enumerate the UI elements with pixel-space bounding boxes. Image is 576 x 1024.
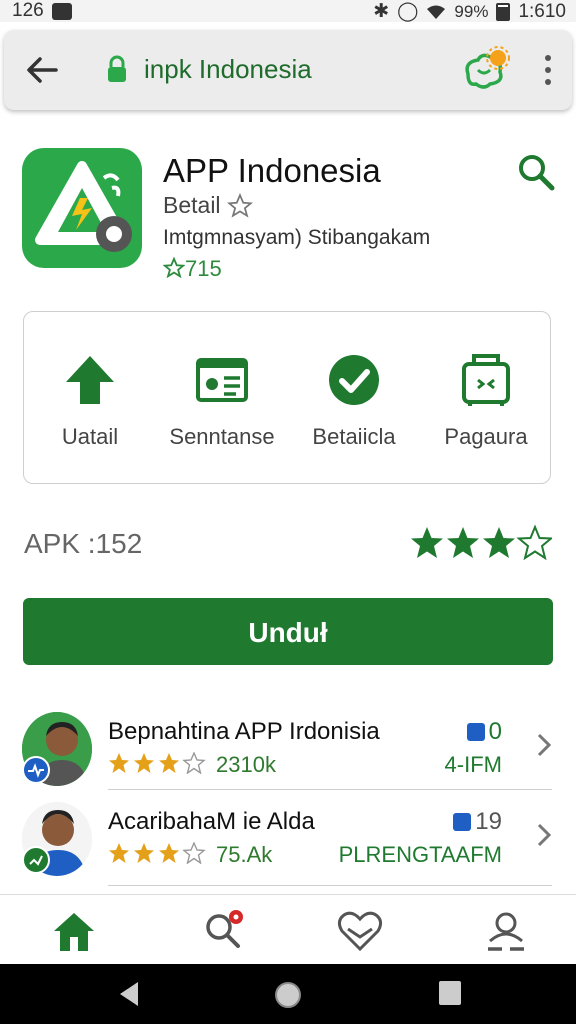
- star-filled-icon: [159, 843, 179, 863]
- star-filled-icon: [411, 527, 443, 558]
- list-item-name: Bepnahtina APP Irdonisia: [108, 718, 380, 745]
- star-filled-icon: [447, 527, 479, 558]
- category-label: Uatail: [61, 424, 119, 449]
- back-arrow-icon[interactable]: [24, 52, 60, 88]
- star-filled-icon: [134, 843, 154, 863]
- star-filled-icon: [134, 753, 154, 773]
- app-icon: [22, 148, 142, 268]
- category-label: Senntanse: [169, 424, 275, 449]
- lock-icon: [108, 55, 126, 82]
- system-home-icon[interactable]: [273, 980, 303, 1010]
- app-subtitle-text: Betail: [163, 192, 221, 218]
- chevron-right-icon[interactable]: [534, 730, 554, 760]
- battery-percentage: 99%: [454, 1, 489, 21]
- bluetooth-icon: ✱: [373, 1, 390, 22]
- category-item-2[interactable]: Senntanse: [156, 312, 288, 485]
- list-item-tag: 4-IFM: [444, 752, 502, 777]
- list-item-stars: [109, 842, 206, 864]
- category-label: Betaiicla: [312, 424, 396, 449]
- blue-badge-icon: [466, 723, 485, 741]
- apk-rating-stars: [411, 524, 552, 561]
- home-icon[interactable]: [50, 907, 98, 955]
- app-description: Imtgmnasyam) Stibangakam: [163, 226, 431, 249]
- list-item-number: 0: [466, 718, 502, 746]
- favorite-heart-icon[interactable]: [336, 907, 384, 955]
- pulse-badge-icon: [22, 756, 50, 784]
- star-outline-icon[interactable]: [226, 192, 253, 219]
- star-filled-icon: [109, 843, 129, 863]
- status-time-right: 1:610: [518, 0, 566, 22]
- category-panel: Uatail Senntanse Betaiicla Pagaura: [23, 311, 551, 484]
- list-item-number: 19: [453, 808, 502, 836]
- list-item[interactable]: Bepnahtina APP Irdonisia 2310k 0 4-IFM: [0, 706, 576, 798]
- system-recents-icon[interactable]: [438, 980, 462, 1006]
- id-card-icon: [196, 358, 248, 402]
- url-text[interactable]: inpk Indonesia: [144, 54, 312, 85]
- star-filled-icon: [109, 753, 129, 773]
- package-box-icon: [462, 354, 510, 406]
- list-item-name: AcaribahaM ie Alda: [108, 808, 315, 835]
- extension-icon[interactable]: [460, 44, 512, 96]
- chevron-right-icon[interactable]: [534, 820, 554, 850]
- star-outline-icon: [182, 842, 206, 864]
- app-subtitle: Betail: [163, 192, 253, 219]
- address-bar: inpk Indonesia: [4, 30, 572, 110]
- profile-icon[interactable]: [482, 907, 530, 955]
- list-item-number-value: 19: [475, 808, 502, 835]
- leaf-badge-icon: [22, 846, 50, 874]
- app-logo-icon: [35, 161, 132, 252]
- check-circle-icon: [329, 355, 379, 405]
- app-rating-value: 715: [185, 256, 222, 281]
- list-item-count: 2310k: [216, 752, 276, 777]
- download-button[interactable]: Unduł: [23, 598, 553, 665]
- list-item[interactable]: AcaribahaM ie Alda 75.Ak 19 PLRENGTAAFM: [0, 796, 576, 888]
- category-item-4[interactable]: Pagaura: [420, 312, 552, 485]
- star-filled-icon: [159, 753, 179, 773]
- upload-arrow-icon: [66, 356, 114, 404]
- notification-app-icon: [51, 2, 72, 20]
- category-label: Pagaura: [444, 424, 528, 449]
- search-notification-icon[interactable]: [200, 907, 248, 955]
- list-item-stars: [109, 752, 206, 774]
- system-navigation-bar: [0, 964, 576, 1024]
- circle-status-icon: ◯: [397, 1, 419, 22]
- star-outline-icon: [182, 752, 206, 774]
- list-item-count: 75.Ak: [216, 842, 273, 867]
- star-badge-icon: [453, 813, 472, 831]
- list-item-number-value: 0: [488, 718, 502, 745]
- status-bar: 126 ✱ ◯ 99% 1:610: [0, 0, 576, 22]
- star-outline-icon: [516, 524, 552, 561]
- search-icon[interactable]: [516, 152, 556, 192]
- bottom-navigation: [0, 894, 576, 965]
- list-item-tag: PLRENGTAAFM: [338, 842, 502, 867]
- star-filled-icon: [483, 527, 515, 558]
- rating-star-icon: [162, 256, 186, 279]
- divider: [108, 789, 552, 790]
- more-options-icon[interactable]: [538, 52, 558, 88]
- wifi-icon: [427, 5, 446, 19]
- apk-label: APK :152: [24, 528, 143, 559]
- category-item-1[interactable]: Uatail: [24, 312, 156, 485]
- app-rating: 715: [162, 256, 222, 282]
- category-item-3[interactable]: Betaiicla: [288, 312, 420, 485]
- app-title: APP Indonesia: [163, 152, 381, 189]
- divider: [108, 885, 552, 886]
- system-back-icon[interactable]: [116, 980, 142, 1008]
- battery-icon: [496, 2, 511, 21]
- status-time-left: 126: [12, 0, 44, 21]
